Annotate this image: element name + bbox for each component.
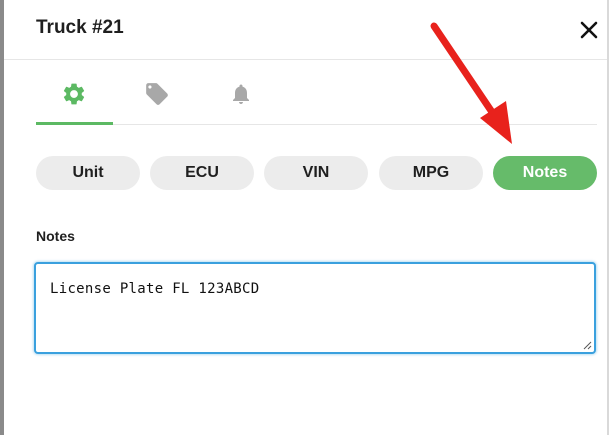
annotation-arrow-icon: [430, 22, 512, 144]
